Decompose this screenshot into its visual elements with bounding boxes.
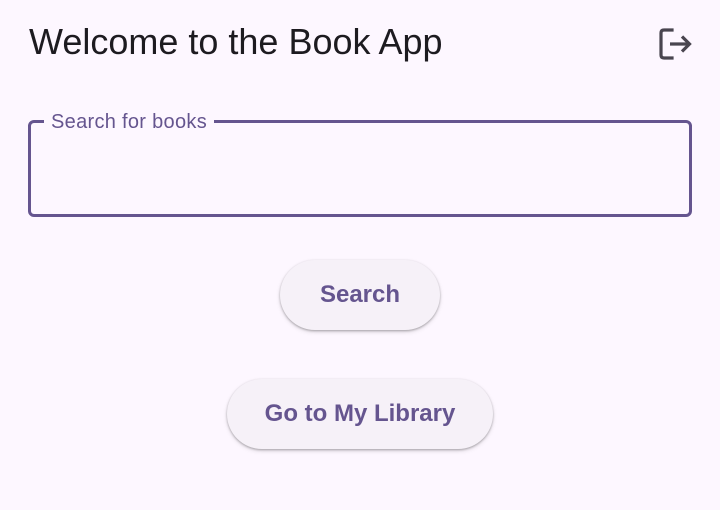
go-to-library-button[interactable]: Go to My Library bbox=[227, 379, 493, 449]
search-button[interactable]: Search bbox=[280, 260, 440, 330]
search-label: Search for books bbox=[44, 110, 214, 134]
search-field[interactable]: Search for books bbox=[28, 110, 692, 217]
search-input[interactable] bbox=[47, 153, 671, 189]
app-bar: Welcome to the Book App bbox=[0, 0, 720, 84]
logout-button[interactable] bbox=[652, 20, 700, 68]
logout-icon bbox=[659, 28, 692, 60]
page-title: Welcome to the Book App bbox=[29, 21, 443, 62]
